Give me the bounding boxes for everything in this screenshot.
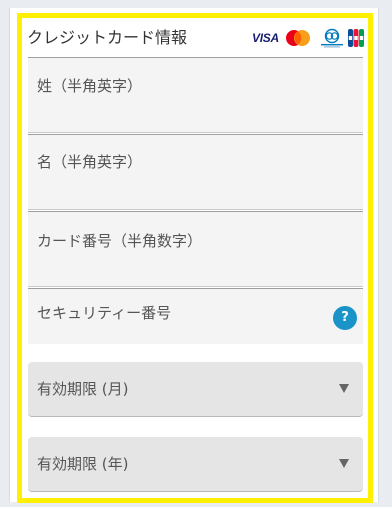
security-code-input[interactable]: セキュリティー番号 ?	[28, 288, 363, 344]
mastercard-icon	[284, 28, 312, 48]
expiry-month-value: 有効期限 (月)	[37, 380, 129, 398]
card-number-input[interactable]: カード番号（半角数字）	[28, 211, 363, 287]
diners-club-icon	[318, 28, 346, 48]
first-name-input[interactable]: 名（半角英字）	[28, 134, 363, 210]
credit-card-section-title: クレジットカード情報	[27, 28, 188, 47]
security-code-placeholder: セキュリティー番号	[37, 304, 172, 322]
jcb-icon	[348, 28, 364, 48]
expiry-month-select[interactable]: 有効期限 (月)	[28, 362, 363, 417]
last-name-placeholder: 姓（半角英字）	[37, 77, 143, 95]
dropdown-arrow-icon	[339, 384, 349, 393]
card-brand-logos: VISA	[252, 28, 368, 48]
card-number-placeholder: カード番号（半角数字）	[37, 232, 203, 250]
dropdown-arrow-icon	[339, 459, 349, 468]
first-name-placeholder: 名（半角英字）	[37, 153, 143, 171]
visa-logo: VISA	[252, 31, 279, 45]
last-name-input[interactable]: 姓（半角英字）	[28, 57, 363, 133]
help-icon[interactable]: ?	[333, 306, 357, 330]
expiry-year-select[interactable]: 有効期限 (年)	[28, 437, 363, 492]
expiry-year-value: 有効期限 (年)	[37, 455, 129, 473]
